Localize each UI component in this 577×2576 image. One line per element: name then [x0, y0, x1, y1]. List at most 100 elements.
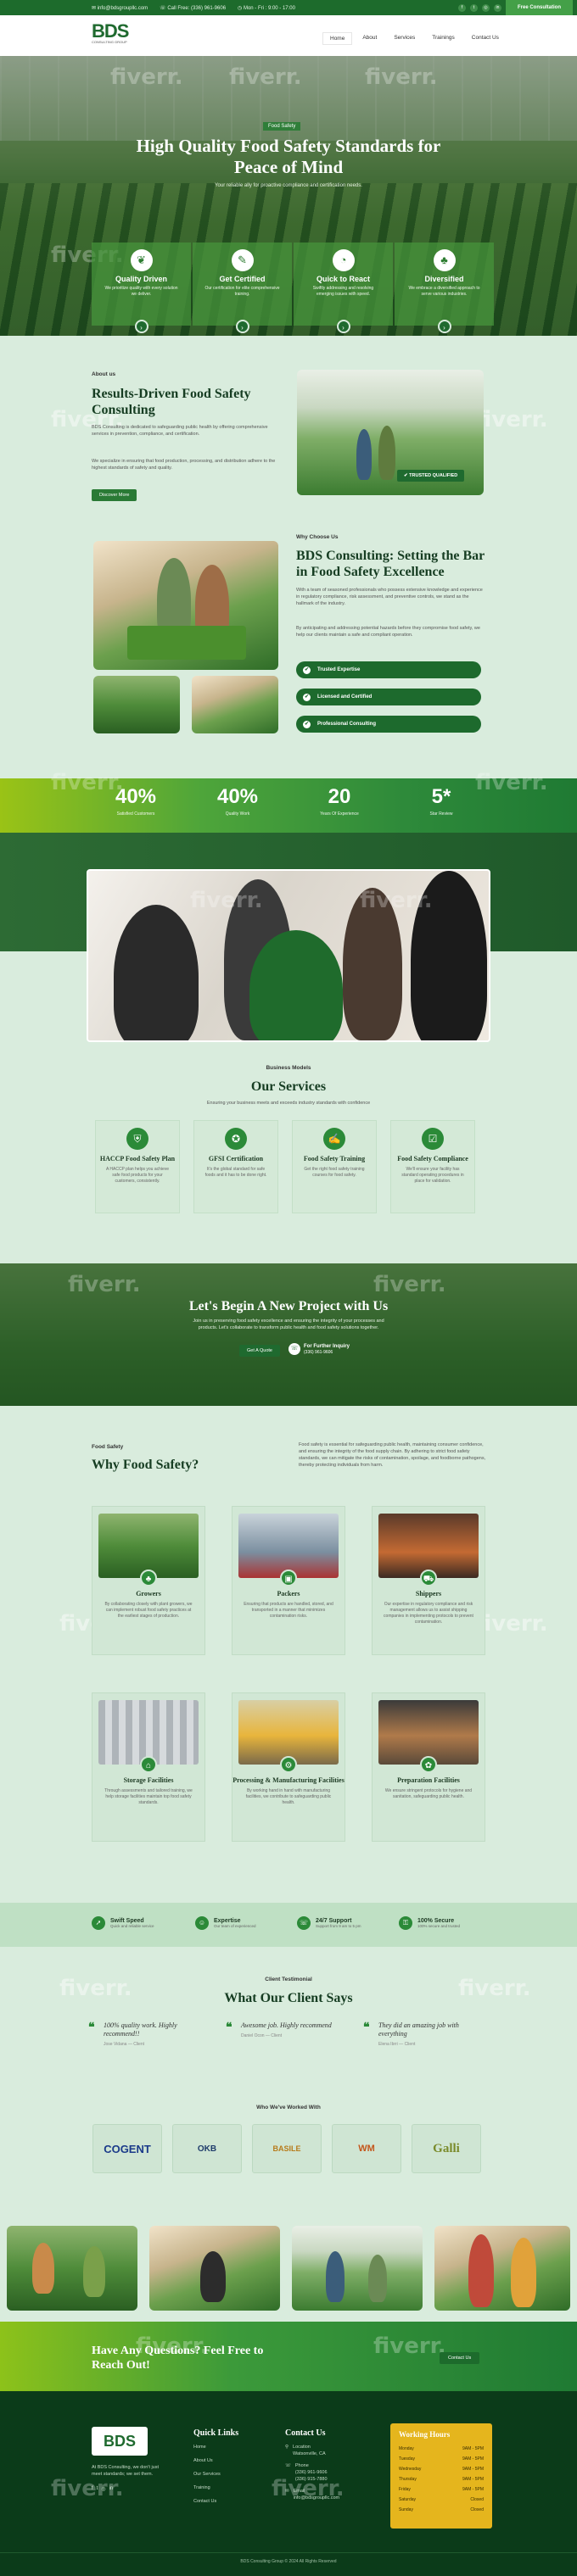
footer-link-training[interactable]: Training — [193, 2481, 221, 2495]
why-title: BDS Consulting: Setting the Bar in Food … — [296, 549, 485, 579]
person-figure — [83, 2246, 105, 2297]
person-figure — [200, 2251, 226, 2302]
hero-card-react[interactable]: ◔ Quick to React Swiftly addressing and … — [294, 243, 393, 333]
hero-card-title: Diversified — [424, 275, 464, 283]
hero-card-title: Quality Driven — [115, 275, 168, 283]
headset-icon: ☏ — [297, 1916, 311, 1930]
discover-more-button[interactable]: Discover More — [92, 489, 137, 501]
testimonials-title: What Our Client Says — [224, 1991, 353, 2005]
arrow-icon[interactable]: › — [134, 320, 148, 333]
hero-card-quality[interactable]: ❦ Quality Driven We prioritize quality w… — [92, 243, 191, 333]
linkedin-icon[interactable]: in — [109, 2486, 114, 2492]
gallery-photo-4 — [434, 2226, 570, 2311]
feature-speed: ➚ Swift Speed Quick and reliable service — [92, 1916, 154, 1930]
email-text[interactable]: ✉ info@bdsgroupllc.com — [92, 5, 148, 11]
free-consultation-button[interactable]: Free Consultation — [505, 0, 573, 15]
footer-logo[interactable]: BDS — [92, 2427, 148, 2456]
leaf-icon: ❦ — [130, 249, 153, 271]
pill-licensed[interactable]: ✔ Licensed and Certified — [296, 689, 481, 705]
get-quote-button[interactable]: Get A Quote — [239, 1345, 280, 1357]
project-title: Let's Begin A New Project with Us — [188, 1299, 389, 1313]
nav-home[interactable]: Home — [322, 32, 353, 45]
partner-logo-okb[interactable]: OKB — [172, 2124, 242, 2173]
feature-support: ☏ 24/7 Support Support from 9 am to 5 pm — [297, 1916, 361, 1930]
pin-icon: ⚲ — [285, 2445, 289, 2450]
project-overlay — [0, 1263, 577, 1406]
linkedin-icon[interactable]: in — [493, 3, 501, 12]
arrow-icon[interactable]: › — [437, 320, 451, 333]
quick-links-list: Home About Us Our Services Training Cont… — [193, 2440, 221, 2508]
service-card-compliance[interactable]: ☑ Food Safety Compliance We'll ensure your… — [390, 1120, 475, 1213]
footer-link-contact[interactable]: Contact Us — [193, 2495, 221, 2508]
footer-link-home[interactable]: Home — [193, 2440, 221, 2454]
services-subtitle: Ensuring your business meets and exceeds… — [206, 1101, 371, 1106]
envelope-icon: ✉ — [285, 2489, 289, 2494]
stat-years: 20 Years Of Experience — [320, 785, 359, 817]
stat-satisfied: 40% Satisfied Customers — [115, 785, 157, 817]
instagram-icon[interactable]: ◎ — [481, 3, 490, 12]
facebook-icon[interactable]: f — [457, 3, 466, 12]
service-card-training[interactable]: ✍ Food Safety Training Get the right food … — [292, 1120, 377, 1213]
person-figure — [468, 2234, 494, 2307]
hours-text: ◷ Mon - Fri : 9:00 - 17:00 — [238, 5, 295, 11]
segment-card-processing[interactable]: ⚙ Processing & Manufacturing Facilities By… — [232, 1692, 345, 1842]
testimonial-2: ❝ Awesome job. Highly recommend Daniel Oco… — [226, 2020, 332, 2038]
segment-card-packers[interactable]: ▣ Packers Ensuring that products are handl… — [232, 1506, 345, 1655]
features-strip: ➚ Swift Speed Quick and reliable service ☺… — [0, 1903, 577, 1947]
processing-image — [238, 1700, 339, 1765]
shield-icon: ⛨ — [126, 1128, 148, 1150]
service-card-gfsi[interactable]: ✪ GFSI Certification It's the global stand… — [193, 1120, 278, 1213]
hours-row: Thursday 9AM - 5PM — [399, 2477, 484, 2482]
arrow-icon[interactable]: › — [336, 320, 350, 333]
check-icon: ✔ — [303, 720, 311, 728]
twitter-icon[interactable]: t — [469, 3, 478, 12]
segment-card-preparation[interactable]: ✿ Preparation Facilities We ensure stringe… — [372, 1692, 485, 1842]
partner-logo-wm[interactable]: WM — [332, 2124, 401, 2173]
hero-card-certified[interactable]: ✎ Get Certified Our certification for el… — [193, 243, 292, 333]
footer-link-services[interactable]: Our Services — [193, 2467, 221, 2481]
instagram-icon[interactable]: ◎ — [101, 2486, 105, 2492]
inquiry-contact[interactable]: ☏ For Further Inquiry (336) 961-9606 — [288, 1343, 350, 1355]
pill-professional[interactable]: ✔ Professional Consulting — [296, 716, 481, 733]
quote-icon: ❝ — [363, 2020, 370, 2033]
chef-icon: ✿ — [420, 1756, 437, 1773]
hours-row: Wednesday 9AM - 5PM — [399, 2467, 484, 2472]
nav-services[interactable]: Services — [387, 32, 422, 45]
contact-us-button[interactable]: Contact Us — [440, 2352, 480, 2364]
site-logo[interactable]: BDS CONSULTING GROUP — [92, 20, 129, 44]
nav-contact[interactable]: Contact Us — [465, 32, 506, 45]
testimonials-eyebrow: Client Testimonial — [265, 1977, 312, 1982]
testimonial-3: ❝ They did an amazing job with everything… — [363, 2020, 459, 2047]
hours-row: Saturday Closed — [399, 2497, 484, 2502]
segment-card-shippers[interactable]: ⛟ Shippers Our expertise in regulatory com… — [372, 1506, 485, 1655]
partner-logo-cogent[interactable]: COGENT — [92, 2124, 162, 2173]
speed-icon: ◔ — [332, 249, 355, 271]
footer-divider — [0, 2552, 577, 2553]
lock-icon: ⚿ — [399, 1916, 412, 1930]
pill-trusted-expertise[interactable]: ✔ Trusted Expertise — [296, 661, 481, 678]
footer-link-about[interactable]: About Us — [193, 2454, 221, 2467]
nav-about[interactable]: About — [356, 32, 384, 45]
hours-row: Tuesday 9AM - 5PM — [399, 2456, 484, 2462]
service-card-haccp[interactable]: ⛨ HACCP Food Safety Plan A HACCP plan help… — [95, 1120, 180, 1213]
twitter-icon[interactable]: t — [97, 2486, 98, 2492]
hours-row: Monday 9AM - 5PM — [399, 2446, 484, 2451]
hero-card-diversified[interactable]: ♣ Diversified We embrace a diversified a… — [395, 243, 494, 333]
why-paragraph-2: By anticipating and addressing potential… — [296, 626, 480, 638]
arrow-icon[interactable]: › — [235, 320, 249, 333]
facebook-icon[interactable]: f — [92, 2486, 93, 2492]
phone-icon: ☏ — [285, 2463, 291, 2468]
hero-section: fiverr. fiverr. fiverr. fiverr. Food Saf… — [0, 56, 577, 336]
food-safety-eyebrow: Food Safety — [92, 1444, 124, 1450]
rocket-icon: ➚ — [92, 1916, 105, 1930]
segment-card-storage[interactable]: ⌂ Storage Facilities Through assessments a… — [92, 1692, 205, 1842]
warehouse-icon: ⌂ — [140, 1756, 157, 1773]
project-text: Join us in preserving food safety excell… — [193, 1319, 384, 1330]
phone-text[interactable]: ☏ Call Free: (336) 961-9606 — [160, 5, 226, 11]
hero-card-text: We prioritize quality with every solutio… — [104, 286, 178, 297]
partner-logo-galli[interactable]: Galli — [412, 2124, 481, 2173]
partner-logo-basile[interactable]: BASILE — [252, 2124, 322, 2173]
segment-card-growers[interactable]: ♣ Growers By collaborating closely with pl… — [92, 1506, 205, 1655]
nav-trainings[interactable]: Trainings — [425, 32, 462, 45]
person-figure — [411, 871, 487, 1040]
